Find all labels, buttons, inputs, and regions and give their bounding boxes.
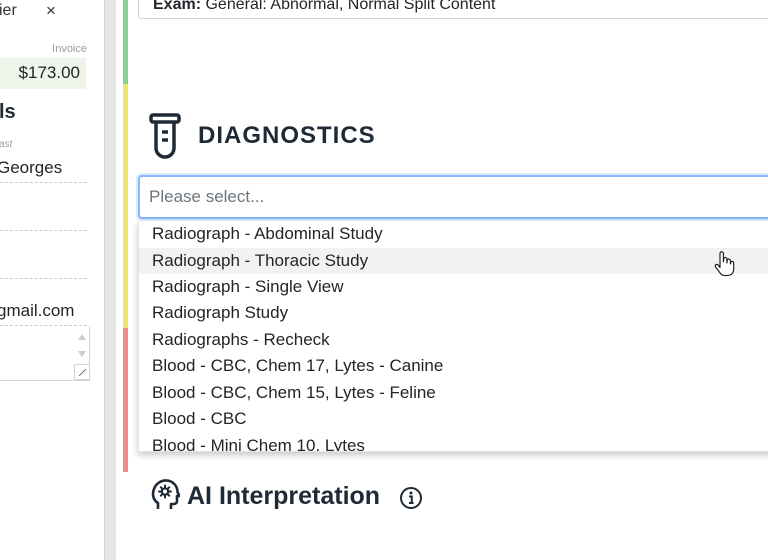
- resize-grip-icon[interactable]: [74, 364, 90, 380]
- scroll-down-icon[interactable]: [78, 351, 86, 357]
- exam-summary-box[interactable]: Exam: General: Abnormal, Normal Split Co…: [138, 0, 768, 19]
- dropdown-option[interactable]: Blood - Mini Chem 10, Lytes: [139, 433, 768, 451]
- dropdown-option[interactable]: Blood - CBC, Chem 17, Lytes - Canine: [139, 353, 768, 379]
- dropdown-option-hovered[interactable]: Radiograph - Thoracic Study: [139, 248, 768, 274]
- dropdown-option[interactable]: Radiographs - Recheck: [139, 327, 768, 353]
- status-bar-green: [123, 0, 128, 84]
- panel-divider[interactable]: [104, 0, 116, 560]
- text-field[interactable]: [0, 200, 87, 231]
- diagnostics-select-input[interactable]: [138, 175, 768, 219]
- diagnostics-title: DIAGNOSTICS: [198, 122, 376, 149]
- hand-cursor-icon: [714, 251, 735, 277]
- head-gear-icon: [151, 479, 180, 509]
- diagnostics-dropdown: Radiograph - Abdominal Study Radiograph …: [138, 221, 768, 452]
- section-heading: ls: [0, 101, 16, 123]
- email-field[interactable]: gmail.com: [0, 294, 87, 326]
- test-tube-icon: [149, 113, 181, 159]
- panel-title: ier: [0, 2, 17, 19]
- invoice-value: $173.00: [18, 63, 80, 82]
- scroll-up-icon[interactable]: [78, 334, 86, 340]
- exam-summary: Exam: General: Abnormal, Normal Split Co…: [153, 0, 496, 13]
- dropdown-option[interactable]: Radiograph - Single View: [139, 274, 768, 300]
- invoice-total-box: $173.00: [0, 58, 86, 89]
- dropdown-option[interactable]: Radiograph - Abdominal Study: [139, 221, 768, 247]
- text-field[interactable]: [0, 247, 87, 279]
- status-bar-yellow: [123, 84, 128, 328]
- last-name-field[interactable]: Georges: [0, 151, 87, 183]
- last-name-label: ast: [0, 139, 13, 150]
- last-name-value: Georges: [0, 158, 63, 177]
- dropdown-option[interactable]: Radiograph Study: [139, 300, 768, 326]
- invoice-label: Invoice: [52, 43, 87, 55]
- email-value: gmail.com: [0, 301, 75, 320]
- left-panel: ier × Invoice $173.00 ls ast Georges gma…: [0, 0, 104, 560]
- main-content: Exam: General: Abnormal, Normal Split Co…: [116, 0, 768, 560]
- info-icon[interactable]: [399, 486, 423, 510]
- close-icon[interactable]: ×: [46, 1, 56, 21]
- ai-interpretation-title: AI Interpretation: [187, 482, 381, 510]
- dropdown-option[interactable]: Blood - CBC: [139, 406, 768, 432]
- dropdown-option[interactable]: Blood - CBC, Chem 15, Lytes - Feline: [139, 380, 768, 406]
- status-bar-red: [123, 328, 128, 472]
